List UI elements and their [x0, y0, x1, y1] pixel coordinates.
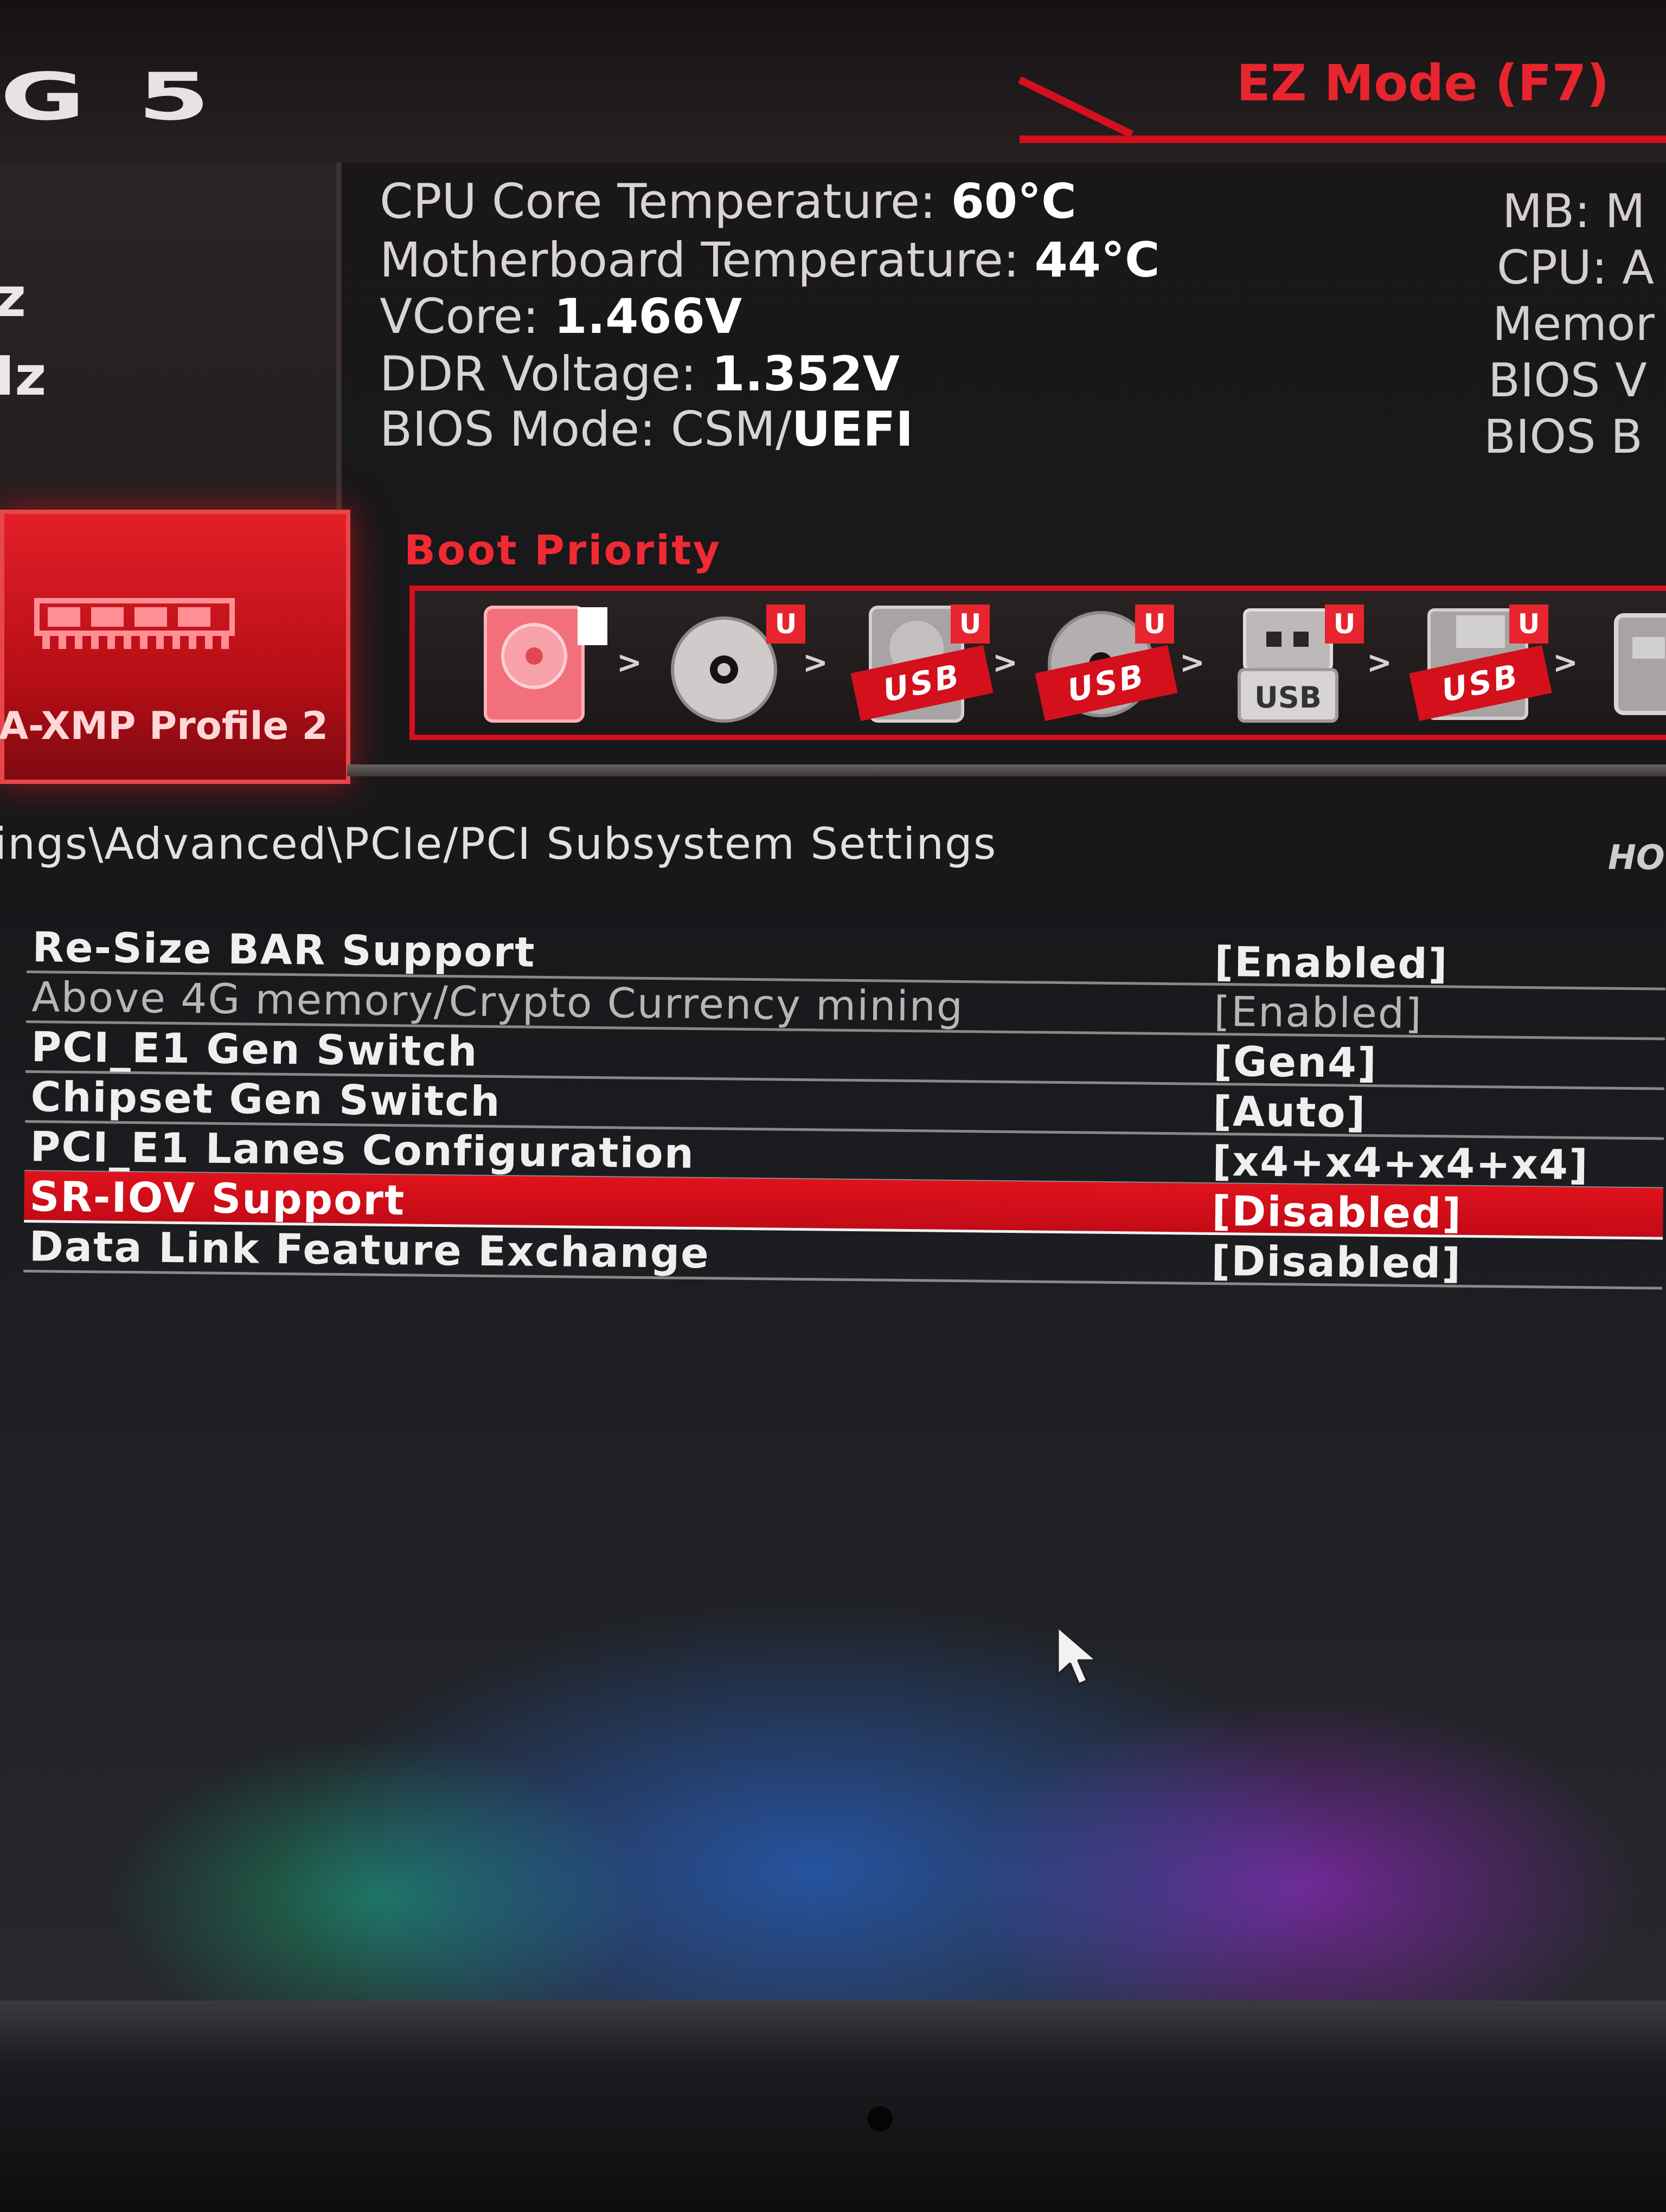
vcore-value: 1.466V — [554, 288, 742, 344]
ez-mode-button[interactable]: EZ Mode (F7) — [1236, 54, 1610, 112]
boot-device-1[interactable] — [483, 605, 616, 724]
system-info: CPU Core Temperature: 60°C Motherboard T… — [380, 173, 1302, 477]
memory-module-icon — [34, 598, 235, 649]
memory-info: Memor — [1492, 297, 1655, 351]
mouse-pointer-icon — [1056, 1625, 1099, 1686]
logo-partial: G — [0, 60, 138, 135]
boot-arrow-5: > — [1367, 645, 1392, 680]
vcore-label: VCore: — [380, 288, 539, 344]
boot-priority-bar: > U > USB U > USB U > USB U > USB U > — [409, 586, 1666, 740]
setting-label: PCI_E1 Lanes Configuration — [30, 1122, 695, 1178]
bios-screen: G5 EZ Mode (F7) z Iz A-XMP Profile 2 CPU… — [0, 0, 1666, 2212]
bios-build-info: BIOS B — [1484, 410, 1643, 464]
cpu-temp-label: CPU Core Temperature: — [380, 173, 936, 229]
xmp-profile-label: A-XMP Profile 2 — [0, 704, 329, 748]
header-bar: G5 EZ Mode (F7) — [0, 0, 1666, 163]
boot-arrow-1: > — [617, 645, 642, 680]
hotkey-button[interactable]: HO — [1608, 838, 1665, 877]
boot-device-7[interactable] — [1611, 605, 1666, 724]
brand-logo: G5 — [0, 60, 262, 135]
main-separator — [347, 764, 1666, 776]
uefi-badge: U — [951, 605, 990, 644]
setting-label: SR-IOV Support — [29, 1172, 406, 1225]
setting-label: Data Link Feature Exchange — [29, 1222, 710, 1278]
logo-text: 5 — [137, 60, 262, 135]
boot-device-5[interactable]: USB U — [1228, 605, 1364, 724]
ddr-voltage-label: DDR Voltage: — [380, 346, 697, 402]
setting-value[interactable]: [Disabled] — [1212, 1187, 1462, 1238]
uefi-badge: U — [1325, 605, 1364, 644]
boot-arrow-4: > — [1180, 645, 1205, 680]
bios-mode-line: BIOS Mode: CSM/UEFI — [380, 401, 913, 457]
setting-value[interactable]: [Auto] — [1213, 1087, 1367, 1137]
power-indicator-icon — [868, 2106, 893, 2131]
breadcrumb: ings\Advanced\PCIe/PCI Subsystem Setting… — [0, 819, 997, 869]
boot-device-4[interactable]: USB U — [1035, 605, 1178, 724]
boot-device-2[interactable]: U — [670, 605, 805, 724]
left-fragment-1: z — [0, 266, 27, 329]
settings-list: Re-Size BAR Support [Enabled] Above 4G m… — [23, 922, 1666, 1319]
setting-label: Re-Size BAR Support — [32, 923, 536, 976]
cpu-temp-line: CPU Core Temperature: 60°C — [380, 173, 1077, 229]
setting-value[interactable]: [Gen4] — [1213, 1037, 1377, 1087]
monitor-bezel — [0, 2001, 1666, 2212]
bios-mode-value: CSM/ — [670, 401, 792, 457]
setting-value[interactable]: [Enabled] — [1214, 937, 1449, 988]
boot-arrow-3: > — [992, 645, 1018, 680]
mb-temp-label: Motherboard Temperature: — [380, 232, 1020, 288]
cpu-temp-value: 60°C — [951, 173, 1077, 229]
uefi-badge: U — [766, 605, 805, 644]
mb-temp-value: 44°C — [1034, 232, 1160, 288]
uefi-badge: U — [1509, 605, 1548, 644]
setting-label: Above 4G memory/Crypto Currency mining — [31, 973, 964, 1031]
setting-value[interactable]: [Enabled] — [1214, 987, 1422, 1038]
mb-temp-line: Motherboard Temperature: 44°C — [380, 232, 1160, 288]
setting-label: Chipset Gen Switch — [30, 1072, 501, 1126]
setting-value[interactable]: [x4+x4+x4+x4] — [1212, 1137, 1589, 1189]
cpu-info: CPU: A — [1497, 241, 1654, 295]
hard-disk-icon — [484, 606, 616, 723]
boot-device-6[interactable]: USB U — [1409, 605, 1552, 724]
svg-text:USB: USB — [1254, 680, 1322, 715]
setting-value[interactable]: [Disabled] — [1211, 1237, 1462, 1288]
boot-arrow-2: > — [803, 645, 828, 680]
ddr-voltage-value: 1.352V — [712, 346, 900, 402]
bios-mode-value-uefi: UEFI — [791, 401, 914, 457]
boot-arrow-6: > — [1553, 645, 1578, 680]
vcore-line: VCore: 1.466V — [380, 288, 742, 344]
network-icon — [1614, 613, 1666, 715]
bios-version-info: BIOS V — [1488, 353, 1647, 408]
mb-info: MB: M — [1502, 184, 1645, 239]
bios-mode-label: BIOS Mode: — [380, 401, 656, 457]
boot-priority-title: Boot Priority — [404, 526, 721, 574]
left-fragment-2: Iz — [0, 344, 47, 408]
boot-device-3[interactable]: USB U — [850, 605, 994, 724]
ddr-voltage-line: DDR Voltage: 1.352V — [380, 346, 900, 402]
uefi-badge: U — [1135, 605, 1174, 644]
xmp-profile-button[interactable]: A-XMP Profile 2 — [0, 510, 350, 784]
setting-label: PCI_E1 Gen Switch — [31, 1023, 478, 1076]
system-info-right: MB: M CPU: A Memor BIOS V BIOS B — [1481, 184, 1666, 488]
